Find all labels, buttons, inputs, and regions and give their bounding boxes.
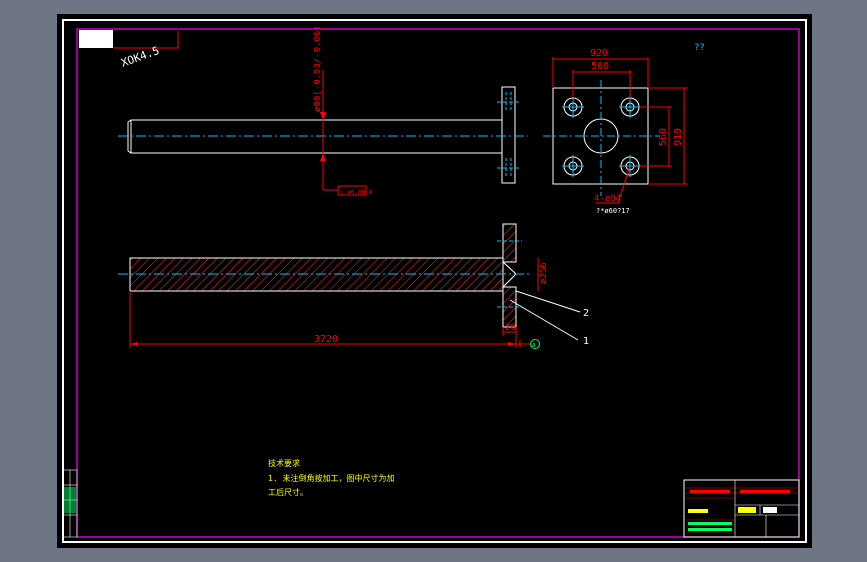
notes-line2: 工后尺寸。	[268, 487, 308, 497]
leader-1: 1	[583, 336, 589, 347]
hole-callout-sub: ?*ø60?17	[596, 207, 630, 215]
plate-height-inner-dim: 560	[658, 128, 669, 146]
total-length-dim: 3720	[314, 334, 338, 345]
section-flange-top	[502, 223, 517, 263]
plate-width-inner-dim: 560	[591, 61, 609, 72]
shaft-diameter-dim: ø80(-0.03/-0.06)	[313, 25, 323, 112]
top-right-mark: ??	[694, 43, 705, 53]
notes-title: 技术要求	[268, 458, 300, 468]
tolerance-frame-text: ⊥ ø0.08 A	[340, 189, 373, 196]
plate-height-outer-dim: 919	[673, 128, 684, 146]
notes-line1: 1. 未注倒角按加工，图中尺寸为加	[268, 473, 394, 483]
datum-a-label: A	[532, 342, 536, 349]
hole-callout: 4-ø84	[594, 194, 621, 204]
section-diameter-dim: ø256	[539, 262, 549, 284]
flange-thickness-dim: 20	[505, 323, 516, 333]
cad-drawing-canvas: ХОК4.5 ?? ø80(-0.03/-0.06) ⊥ ø0.08 A 920…	[57, 14, 812, 548]
leader-2: 2	[583, 308, 589, 319]
plate-width-outer-dim: 920	[590, 48, 608, 59]
